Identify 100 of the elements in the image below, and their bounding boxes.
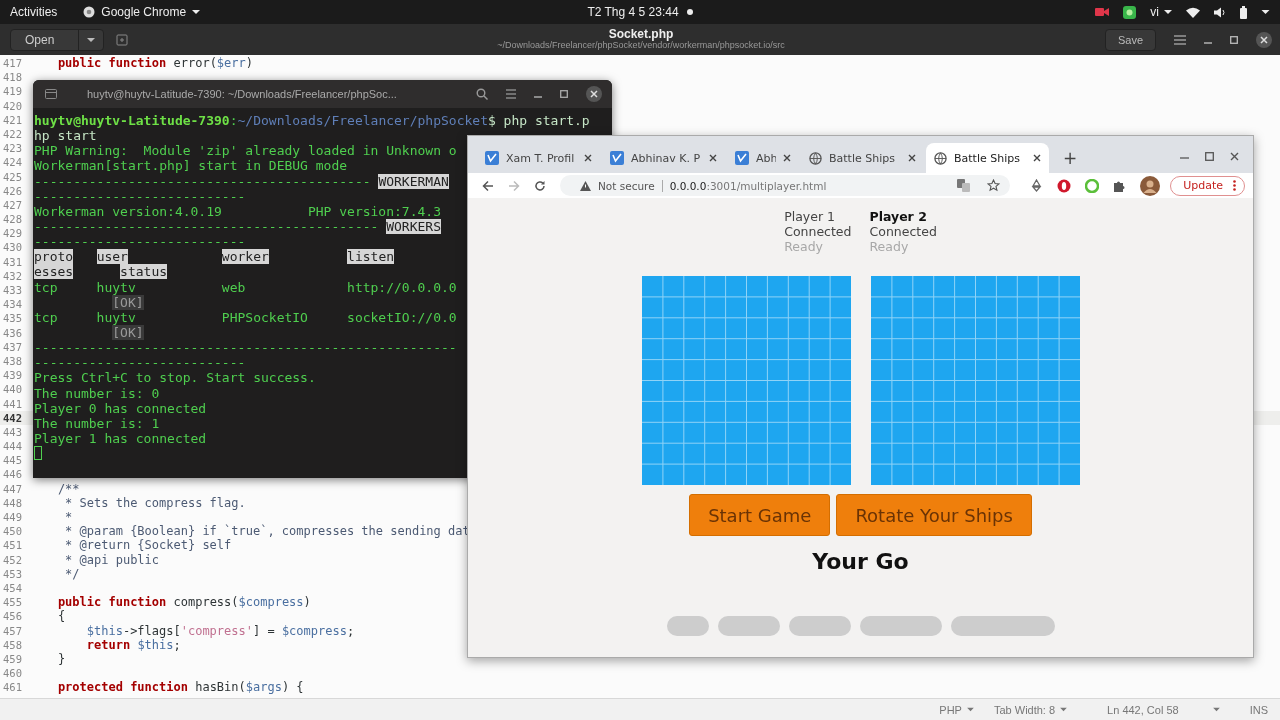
- line-number: 450: [2, 524, 23, 539]
- code-line: }: [56, 651, 66, 667]
- open-button[interactable]: Open: [10, 28, 105, 51]
- window-title: huytv@huytv-Latitude-7390: ~/Downloads/Freelancer/phpSoc...: [87, 88, 398, 100]
- line-number: 453: [2, 566, 23, 581]
- line-number: 442: [2, 410, 23, 425]
- battery-icon[interactable]: [1240, 5, 1247, 19]
- terminal-line: Press Ctrl+C to stop. Start success.: [34, 370, 316, 386]
- close-icon[interactable]: [586, 86, 602, 102]
- code-line: public function error($err): [56, 56, 253, 71]
- terminal-line: tcp huytv web http://0.0.0.0: [34, 279, 457, 295]
- menu-icon[interactable]: [1174, 34, 1186, 45]
- browser-tab[interactable]: Battle Ships: [926, 143, 1049, 173]
- reload-icon[interactable]: [534, 179, 546, 192]
- close-icon[interactable]: [908, 154, 916, 162]
- terminal-line: hp start: [34, 128, 97, 144]
- wifi-icon[interactable]: [1186, 6, 1200, 18]
- game-button[interactable]: Start Game: [689, 494, 831, 536]
- puzzle-icon[interactable]: [1113, 179, 1127, 192]
- maximize-icon[interactable]: [1205, 152, 1214, 161]
- terminal-line: ---------------------------: [34, 188, 246, 204]
- caret-icon[interactable]: [87, 36, 96, 43]
- code-line: * Sets the compress flag.: [64, 495, 246, 510]
- search-icon[interactable]: [476, 88, 488, 100]
- cursor-position[interactable]: Ln 442, Col 58: [1107, 703, 1179, 716]
- browser-logo-icon: [83, 6, 96, 18]
- more-icon[interactable]: [1233, 180, 1236, 191]
- activities-button[interactable]: Activities: [10, 5, 58, 19]
- line-number: 449: [2, 510, 23, 525]
- browser-tab[interactable]: Battle Ships: [801, 143, 924, 173]
- language-menu[interactable]: vi: [1150, 5, 1159, 19]
- warning-icon[interactable]: [580, 180, 591, 191]
- close-icon[interactable]: [584, 154, 592, 162]
- security-label[interactable]: Not secure: [598, 179, 655, 192]
- close-icon[interactable]: [783, 154, 791, 162]
- avatar-icon[interactable]: [1140, 175, 1161, 196]
- check-favicon-icon: [610, 151, 624, 165]
- power-menu-icon[interactable]: [1261, 9, 1270, 15]
- player-status: Connected: [784, 224, 852, 239]
- terminal-line: ---------------------------: [34, 355, 246, 371]
- notification-dot-icon: [686, 9, 693, 15]
- line-number: 430: [2, 240, 23, 255]
- terminal-line: huytv@huytv-Latitude-7390:~/Downloads/Freelancer/phpSocket$ php start.p: [34, 113, 590, 129]
- line-number: 434: [2, 297, 23, 312]
- translate-icon[interactable]: [957, 179, 971, 192]
- line-number: 446: [2, 467, 23, 482]
- menu-icon[interactable]: [506, 89, 516, 99]
- tab-width-selector[interactable]: Tab Width: 8: [993, 703, 1056, 716]
- address-bar[interactable]: Not secure 0.0.0.0:3001/multiplayer.html: [560, 175, 1011, 196]
- close-icon[interactable]: [1230, 152, 1239, 161]
- terminal-line: tcp huytv PHPSocketIO socketIO://0.0: [34, 309, 457, 325]
- check-favicon-icon: [485, 151, 499, 165]
- terminal-line: ------------------------------------------------------: [34, 340, 457, 356]
- line-number: 433: [2, 283, 23, 298]
- line-number: 438: [2, 353, 23, 369]
- line-number: 421: [2, 112, 23, 127]
- save-button[interactable]: Save: [1104, 28, 1156, 51]
- update-button[interactable]: Update: [1170, 175, 1245, 196]
- camera-icon[interactable]: [1095, 7, 1110, 17]
- player-ready: Ready: [869, 239, 910, 254]
- browser-tab[interactable]: Abhinav K. P: [602, 143, 725, 173]
- browser-tab[interactable]: Xam T. Profil: [477, 143, 600, 173]
- caret-icon[interactable]: [1164, 9, 1172, 15]
- globe-icon: [934, 151, 947, 165]
- code-line: /**: [56, 481, 80, 496]
- tab-title: Abhinav K. P: [631, 151, 702, 165]
- terminal-tab-icon[interactable]: [45, 89, 57, 99]
- code-line: return $this;: [85, 637, 181, 652]
- code-line: * @api public: [64, 552, 160, 567]
- new-document-icon[interactable]: [116, 33, 129, 46]
- back-icon[interactable]: [482, 179, 494, 192]
- line-number: 441: [2, 396, 23, 411]
- terminal-cursor: [34, 446, 42, 461]
- recycle-icon[interactable]: [1030, 179, 1044, 192]
- volume-icon[interactable]: [1214, 6, 1226, 18]
- browser-tab[interactable]: Abh: [727, 143, 799, 173]
- language-selector[interactable]: PHP: [939, 703, 962, 716]
- new-tab-button[interactable]: +: [1057, 143, 1084, 173]
- close-icon[interactable]: [1256, 31, 1272, 48]
- url-text[interactable]: 0.0.0.0:3001/multiplayer.html: [669, 179, 827, 192]
- line-number: 428: [2, 212, 23, 227]
- ring-icon[interactable]: [1057, 178, 1072, 193]
- close-icon[interactable]: [709, 154, 717, 162]
- star-icon[interactable]: [987, 179, 1001, 192]
- line-number: 425: [2, 169, 23, 184]
- maximize-icon[interactable]: [1230, 35, 1238, 44]
- maximize-icon[interactable]: [560, 90, 568, 98]
- caret-icon[interactable]: [192, 9, 201, 15]
- clock[interactable]: T2 Thg 4 5 23:44: [587, 5, 679, 19]
- line-number: 454: [2, 580, 23, 596]
- close-icon[interactable]: [1033, 154, 1041, 162]
- terminal-line: ------------------------------------------- WORKERMAN: [34, 173, 449, 189]
- line-number: 460: [2, 666, 23, 681]
- terminal-line: PHP Warning: Module 'zip' already loaded in Unknown o: [34, 143, 457, 159]
- line-number: 417: [2, 56, 23, 71]
- app-menu[interactable]: Google Chrome: [101, 5, 187, 19]
- app-indicator-icon[interactable]: [1123, 5, 1137, 19]
- terminal-line: Workerman version:4.0.19 PHP version:7.4.3: [34, 203, 441, 219]
- terminal-line: The number is: 1: [34, 415, 160, 431]
- game-button[interactable]: Rotate Your Ships: [836, 494, 1032, 536]
